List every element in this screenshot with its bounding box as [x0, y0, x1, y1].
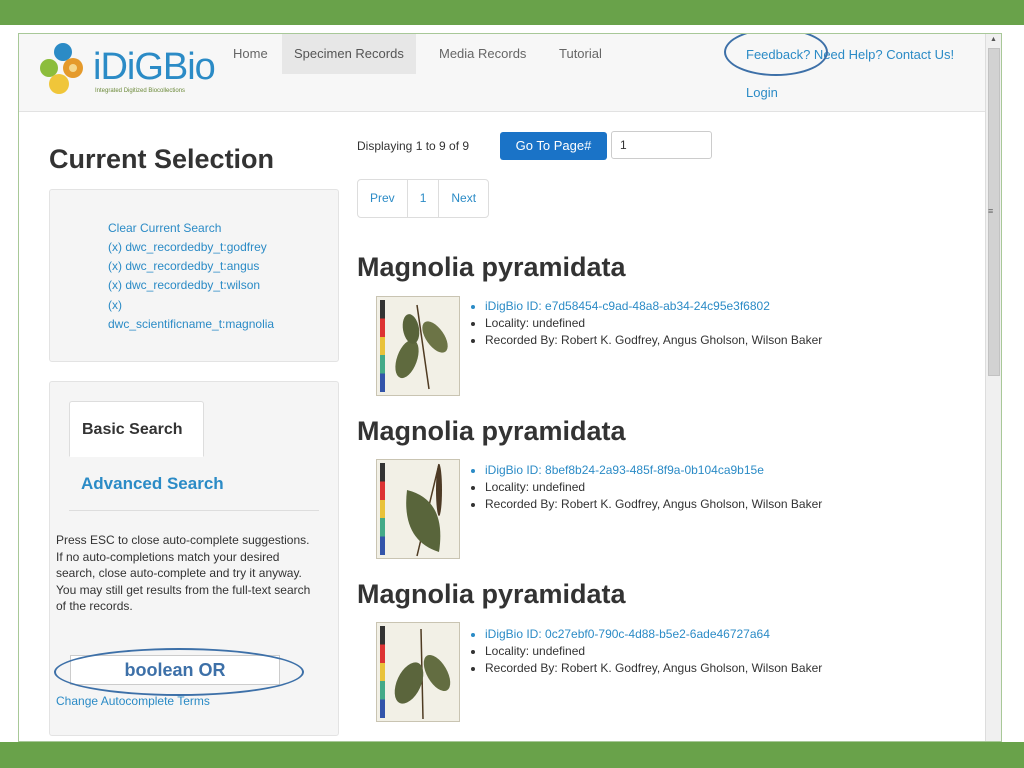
record-details: iDigBio ID: 8bef8b24-2a93-485f-8f9a-0b10…	[485, 462, 822, 513]
nav-specimen-records[interactable]: Specimen Records	[282, 34, 416, 74]
current-selection-title: Current Selection	[49, 144, 275, 174]
top-navbar: iDiGBio Integrated Digitized Biocollecti…	[19, 34, 985, 112]
recorded-by-text: Recorded By: Robert K. Godfrey, Angus Gh…	[485, 332, 822, 349]
leaf-specimen-icon	[394, 628, 451, 720]
current-selection-panel: Clear Current Search (x) dwc_recordedby_…	[49, 189, 339, 362]
pager-page-1[interactable]: 1	[408, 180, 440, 217]
specimen-thumbnail[interactable]	[376, 296, 460, 396]
search-panel: Basic Search Advanced Search Press ESC t…	[49, 381, 339, 736]
tab-basic-search[interactable]: Basic Search	[69, 401, 204, 457]
locality-text: Locality: undefined	[485, 643, 822, 660]
record-title[interactable]: Magnolia pyramidata	[357, 579, 626, 610]
specimen-thumbnail[interactable]	[376, 622, 460, 722]
scroll-up-arrow-icon[interactable]: ▲	[990, 36, 997, 43]
remove-filter-godfrey[interactable]: (x) dwc_recordedby_t:godfrey	[108, 240, 267, 254]
idigbio-logo-icon	[40, 43, 83, 94]
autocomplete-help-text: Press ESC to close auto-complete suggest…	[56, 533, 311, 613]
record-title[interactable]: Magnolia pyramidata	[357, 416, 626, 447]
change-autocomplete-link[interactable]: Change Autocomplete Terms	[56, 694, 210, 708]
nav-home[interactable]: Home	[221, 34, 280, 74]
scroll-grip-icon: ≡	[988, 206, 994, 216]
recorded-by-text: Recorded By: Robert K. Godfrey, Angus Gh…	[485, 660, 822, 677]
leaf-specimen-icon	[395, 304, 448, 390]
record-title[interactable]: Magnolia pyramidata	[357, 252, 626, 283]
leaf-specimen-icon	[406, 463, 442, 557]
feedback-callout	[724, 34, 828, 76]
nav-media-records[interactable]: Media Records	[427, 34, 538, 74]
tab-advanced-search[interactable]: Advanced Search	[81, 474, 224, 494]
vertical-scrollbar[interactable]: ▲ ≡	[985, 34, 1001, 741]
slide-bottom-band	[0, 742, 1024, 768]
idigbio-logo[interactable]: iDiGBio Integrated Digitized Biocollecti…	[35, 40, 235, 100]
idigbio-id-link[interactable]: iDigBio ID: 0c27ebf0-790c-4d88-b5e2-6ade…	[485, 626, 822, 643]
nav-tutorial[interactable]: Tutorial	[547, 34, 614, 74]
login-link[interactable]: Login	[746, 85, 778, 100]
pager-next[interactable]: Next	[439, 180, 488, 217]
record-details: iDigBio ID: e7d58454-c9ad-48a8-ab34-24c9…	[485, 298, 822, 349]
remove-filter-angus[interactable]: (x) dwc_recordedby_t:angus	[108, 259, 259, 273]
record-details: iDigBio ID: 0c27ebf0-790c-4d88-b5e2-6ade…	[485, 626, 822, 677]
idigbio-id-link[interactable]: iDigBio ID: e7d58454-c9ad-48a8-ab34-24c9…	[485, 298, 822, 315]
pagination: Prev 1 Next	[357, 179, 490, 218]
idigbio-id-link[interactable]: iDigBio ID: 8bef8b24-2a93-485f-8f9a-0b10…	[485, 462, 822, 479]
slide-top-band	[0, 0, 1024, 25]
browser-viewport: iDiGBio Integrated Digitized Biocollecti…	[18, 33, 1002, 742]
recorded-by-text: Recorded By: Robert K. Godfrey, Angus Gh…	[485, 496, 822, 513]
remove-filter-wilson[interactable]: (x) dwc_recordedby_t:wilson	[108, 278, 260, 292]
remove-filter-magnolia[interactable]: dwc_scientificname_t:magnolia	[108, 317, 274, 331]
logo-tagline: Integrated Digitized Biocollections	[95, 88, 186, 94]
logo-text: iDiGBio	[93, 46, 216, 88]
go-to-page-button[interactable]: Go To Page#	[500, 132, 607, 160]
locality-text: Locality: undefined	[485, 315, 822, 332]
remove-filter-magnolia-x[interactable]: (x)	[108, 298, 122, 312]
clear-search-link[interactable]: Clear Current Search	[108, 221, 221, 235]
displaying-count: Displaying 1 to 9 of 9	[357, 139, 470, 153]
specimen-thumbnail[interactable]	[376, 459, 460, 559]
tab-divider	[69, 510, 319, 511]
page-number-input[interactable]: 1	[611, 131, 712, 159]
pager-prev[interactable]: Prev	[358, 180, 408, 217]
locality-text: Locality: undefined	[485, 479, 822, 496]
boolean-callout	[54, 648, 304, 696]
